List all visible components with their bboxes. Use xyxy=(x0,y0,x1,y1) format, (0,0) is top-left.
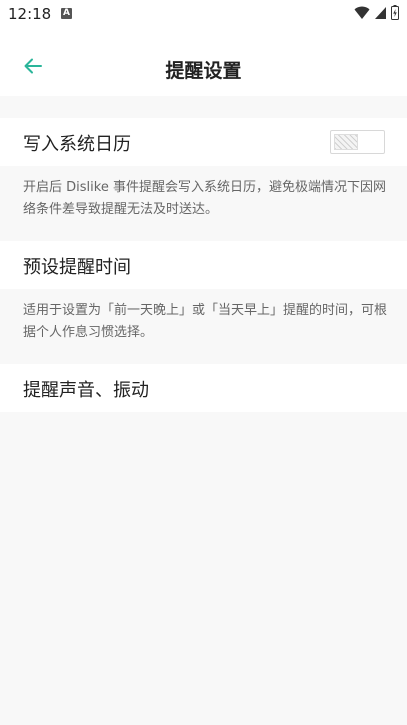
status-time: 12:18 xyxy=(8,5,52,23)
signal-icon xyxy=(374,5,387,24)
calendar-toggle[interactable] xyxy=(330,130,385,154)
battery-icon xyxy=(391,4,399,24)
calendar-setting-label: 写入系统日历 xyxy=(23,134,131,155)
sound-vibration-label: 提醒声音、振动 xyxy=(23,380,149,401)
calendar-description: 开启后 Dislike 事件提醒会写入系统日历，避免极端情况下因网络条件差导致提… xyxy=(23,180,386,217)
app-bar: 提醒设置 xyxy=(0,28,407,96)
empty-area xyxy=(0,412,407,725)
sound-vibration-row[interactable]: 提醒声音、振动 xyxy=(0,364,407,412)
status-bar: 12:18 A xyxy=(0,0,407,28)
toggle-knob xyxy=(334,134,358,150)
page-title: 提醒设置 xyxy=(165,60,242,82)
preset-time-label: 预设提醒时间 xyxy=(23,257,131,278)
wifi-icon xyxy=(354,5,370,24)
preset-time-description: 适用于设置为「前一天晚上」或「当天早上」提醒的时间，可根据个人作息习惯选择。 xyxy=(23,303,388,340)
preset-time-row[interactable]: 预设提醒时间 xyxy=(0,241,407,289)
calendar-setting-row[interactable]: 写入系统日历 xyxy=(0,118,407,166)
notification-badge: A xyxy=(61,8,72,19)
status-icons xyxy=(354,4,399,24)
